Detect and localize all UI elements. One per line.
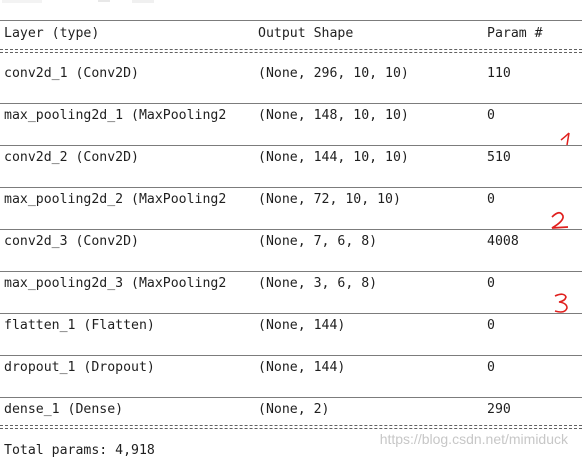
layer-name: dense_1 (Dense)	[4, 402, 124, 417]
table-row: dense_1 (Dense) (None, 2) 290	[0, 400, 582, 420]
summary-header: Layer (type) Output Shape Param #	[0, 24, 582, 44]
row-separator	[0, 355, 582, 356]
table-row: flatten_1 (Flatten) (None, 144) 0	[0, 316, 582, 336]
annotation-2: 2	[548, 209, 572, 237]
table-row: conv2d_2 (Conv2D) (None, 144, 10, 10) 51…	[0, 148, 582, 168]
param-count: 110	[487, 66, 511, 81]
handwritten-1-icon	[560, 132, 570, 146]
layer-name: flatten_1 (Flatten)	[4, 318, 155, 333]
table-row: dropout_1 (Dropout) (None, 144) 0	[0, 358, 582, 378]
param-count: 0	[487, 360, 495, 375]
table-row: max_pooling2d_2 (MaxPooling2 (None, 72, …	[0, 190, 582, 210]
output-shape: (None, 3, 6, 8)	[258, 276, 378, 291]
annotation-1: 1	[558, 130, 576, 152]
handwritten-2-icon	[551, 211, 569, 229]
annotation-3: 3	[552, 291, 572, 319]
layer-name: conv2d_1 (Conv2D)	[4, 66, 139, 81]
row-separator	[0, 187, 582, 188]
row-separator	[0, 103, 582, 104]
layer-name: dropout_1 (Dropout)	[4, 360, 155, 375]
output-shape: (None, 144)	[258, 360, 346, 375]
layer-name: conv2d_2 (Conv2D)	[4, 150, 139, 165]
output-shape: (None, 144)	[258, 318, 346, 333]
layer-name: max_pooling2d_1 (MaxPooling2	[4, 108, 227, 123]
top-clipped-strip	[0, 0, 582, 14]
row-separator	[0, 313, 582, 314]
output-shape: (None, 7, 6, 8)	[258, 234, 378, 249]
output-shape: (None, 72, 10, 10)	[258, 192, 401, 207]
table-row: max_pooling2d_1 (MaxPooling2 (None, 148,…	[0, 106, 582, 126]
param-count: 0	[487, 192, 495, 207]
table-row: conv2d_3 (Conv2D) (None, 7, 6, 8) 4008	[0, 232, 582, 252]
top-separator	[0, 20, 582, 21]
footer-double-separator	[0, 425, 582, 429]
layer-name: conv2d_3 (Conv2D)	[4, 234, 139, 249]
header-layer: Layer (type)	[4, 26, 100, 41]
output-shape: (None, 2)	[258, 402, 330, 417]
output-shape: (None, 148, 10, 10)	[258, 108, 409, 123]
row-separator	[0, 397, 582, 398]
table-row: conv2d_1 (Conv2D) (None, 296, 10, 10) 11…	[0, 64, 582, 84]
param-count: 290	[487, 402, 511, 417]
layer-name: max_pooling2d_3 (MaxPooling2	[4, 276, 227, 291]
output-shape: (None, 144, 10, 10)	[258, 150, 409, 165]
param-count: 0	[487, 108, 495, 123]
watermark-text: https://blog.csdn.net/mimiduck	[379, 431, 568, 447]
handwritten-3-icon	[554, 293, 568, 313]
row-separator	[0, 271, 582, 272]
clipped-text-fragment-icon	[2, 0, 154, 3]
layer-name: max_pooling2d_2 (MaxPooling2	[4, 192, 227, 207]
header-params: Param #	[487, 26, 543, 41]
table-row: max_pooling2d_3 (MaxPooling2 (None, 3, 6…	[0, 274, 582, 294]
header-output-shape: Output Shape	[258, 26, 354, 41]
param-count: 0	[487, 318, 495, 333]
output-shape: (None, 296, 10, 10)	[258, 66, 409, 81]
header-double-separator	[0, 49, 582, 53]
total-params: Total params: 4,918	[4, 443, 155, 458]
row-separator	[0, 229, 582, 230]
row-separator	[0, 145, 582, 146]
